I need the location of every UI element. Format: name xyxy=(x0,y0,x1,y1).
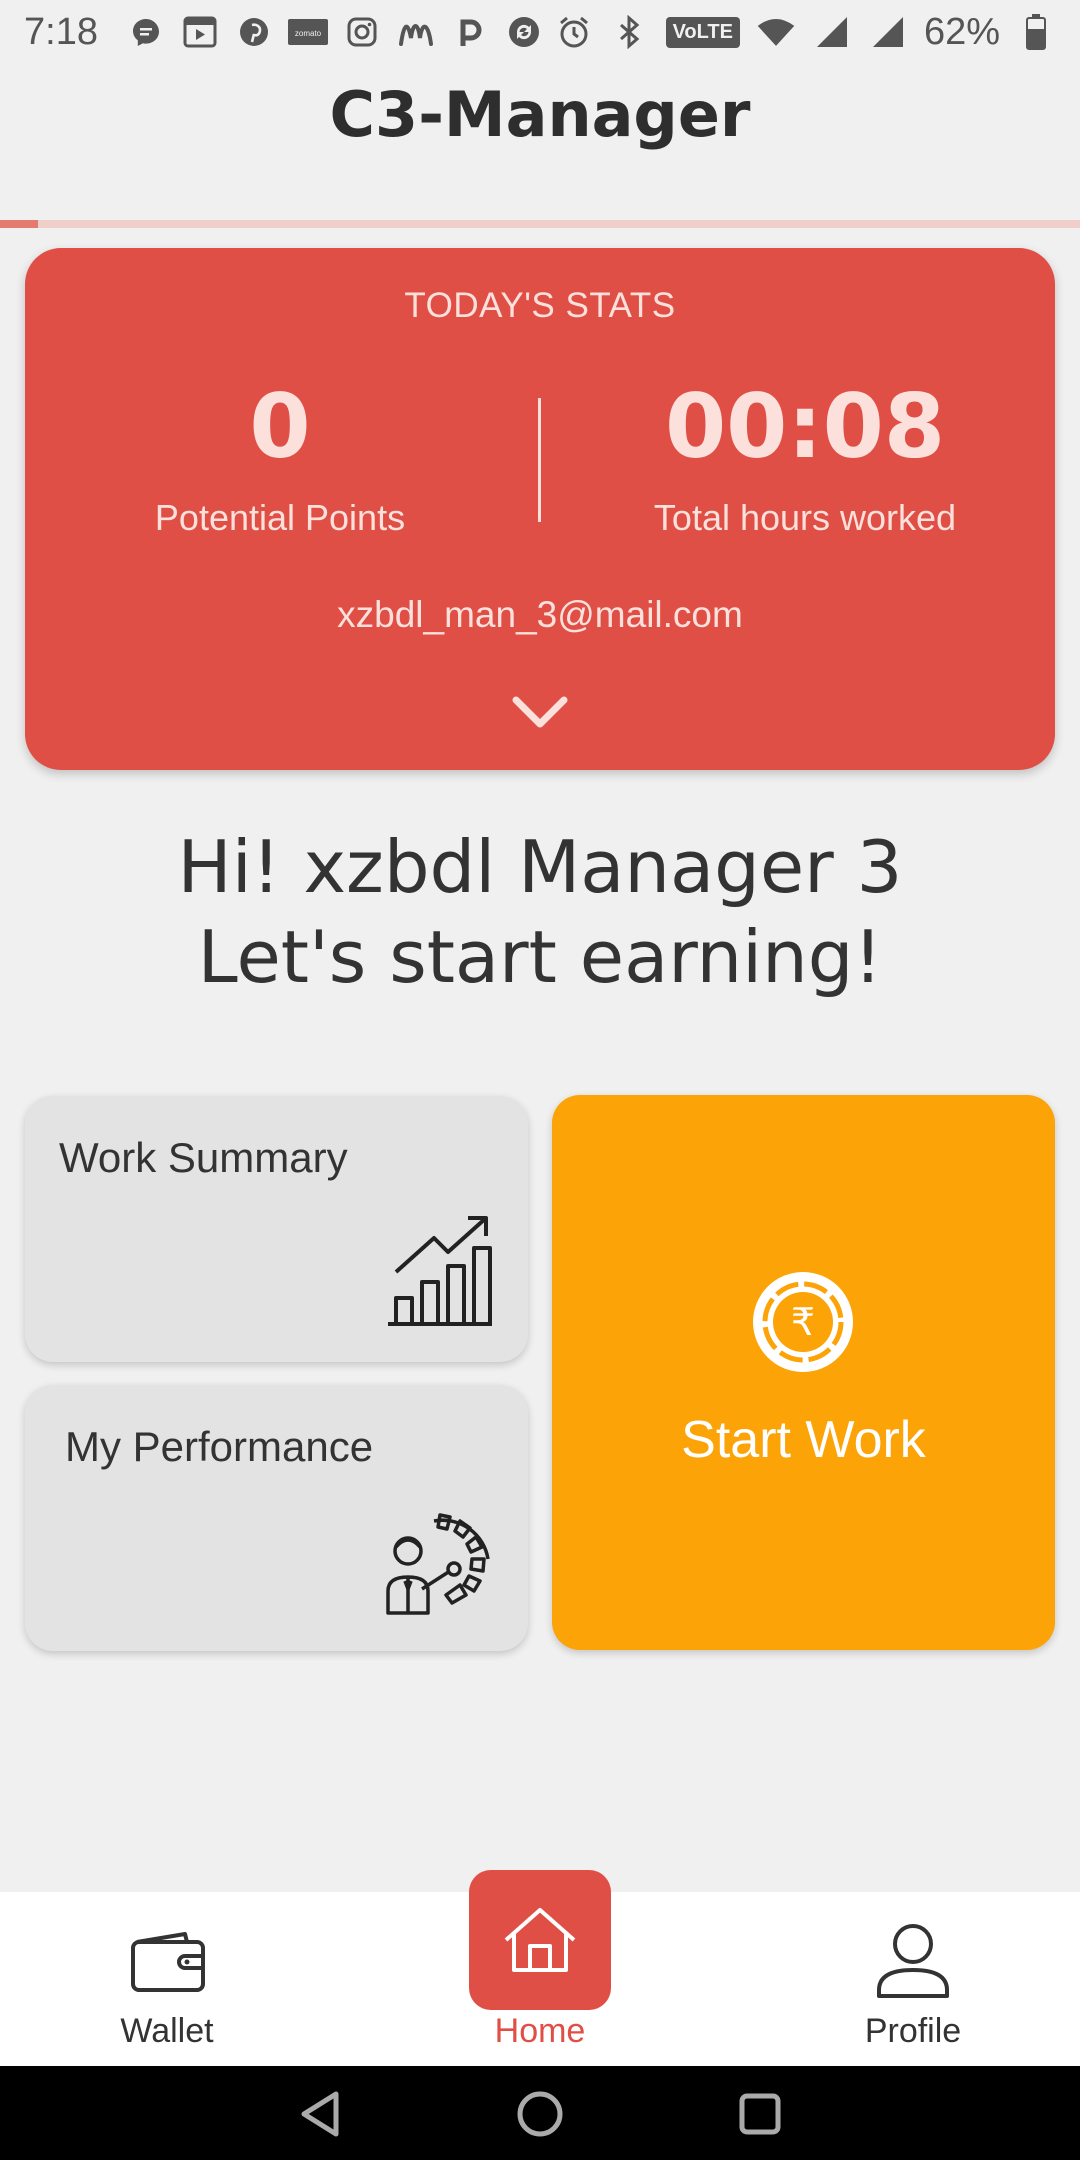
greeting-line-2: Let's start earning! xyxy=(197,915,883,999)
bottom-nav: Wallet Home Profile xyxy=(0,1870,1080,2066)
back-icon[interactable] xyxy=(292,2086,348,2142)
recents-icon[interactable] xyxy=(732,2086,788,2142)
signal-icon xyxy=(812,12,852,52)
youtube-icon xyxy=(180,12,220,52)
start-work-button[interactable]: ₹ Start Work xyxy=(552,1095,1055,1650)
user-email: xzbdl_man_3@mail.com xyxy=(337,594,743,635)
todays-stats-card: TODAY'S STATS 0 Potential Points 00:08 T… xyxy=(25,248,1055,770)
nav-home[interactable]: Home xyxy=(390,1870,690,2066)
rupee-coin-icon: ₹ xyxy=(748,1267,858,1377)
start-work-label: Start Work xyxy=(681,1411,926,1469)
home-circle-icon[interactable] xyxy=(512,2086,568,2142)
svg-text:₹: ₹ xyxy=(791,1300,815,1344)
meesho-icon xyxy=(396,12,436,52)
stats-heading: TODAY'S STATS xyxy=(404,286,676,325)
growth-chart-icon xyxy=(386,1214,496,1332)
nav-profile-label: Profile xyxy=(864,2012,962,2050)
progress-fill xyxy=(0,220,38,228)
work-summary-label: Work Summary xyxy=(59,1134,348,1181)
greeting-line-1: Hi! xzbdl Manager 3 xyxy=(177,825,903,909)
signal-icon-2 xyxy=(868,12,908,52)
system-nav-bar xyxy=(0,2066,1080,2160)
wifi-icon xyxy=(756,12,796,52)
hours-worked-value: 00:08 xyxy=(664,375,946,478)
zomato-text: zomato xyxy=(295,29,322,38)
home-icon xyxy=(504,1908,576,1972)
battery-percent: 62% xyxy=(923,10,1000,53)
profile-icon xyxy=(873,1920,953,2000)
hours-worked-label: Total hours worked xyxy=(653,497,957,538)
paytm-icon xyxy=(450,12,490,52)
pinterest-icon xyxy=(234,12,274,52)
status-right: VoLTE 62% xyxy=(554,11,1056,54)
hours-worked-stat: 00:08 Total hours worked xyxy=(545,383,1065,539)
home-active-indicator xyxy=(469,1870,611,2010)
battery-icon xyxy=(1016,12,1056,52)
sync-icon xyxy=(504,12,544,52)
chevron-down-icon[interactable] xyxy=(510,690,570,734)
status-bar: 7:18 zomato VoLTE 62% xyxy=(0,0,1080,64)
messenger-icon xyxy=(126,12,166,52)
greeting: Hi! xzbdl Manager 3 Let's start earning! xyxy=(0,822,1080,1002)
performance-gauge-icon xyxy=(384,1511,496,1621)
bluetooth-icon xyxy=(610,12,650,52)
potential-points-label: Potential Points xyxy=(154,497,406,538)
work-summary-button[interactable]: Work Summary xyxy=(25,1096,528,1362)
potential-points-value: 0 xyxy=(249,375,311,478)
nav-wallet-label: Wallet xyxy=(120,2012,214,2050)
stats-divider xyxy=(538,398,541,522)
status-time: 7:18 xyxy=(24,10,98,53)
nav-home-label: Home xyxy=(494,2012,586,2050)
progress-bar xyxy=(0,220,1080,228)
volte-badge: VoLTE xyxy=(665,16,740,48)
nav-profile[interactable]: Profile xyxy=(763,1892,1063,2066)
status-left: 7:18 zomato xyxy=(24,11,544,54)
zomato-icon: zomato xyxy=(287,12,328,52)
my-performance-label: My Performance xyxy=(65,1423,374,1470)
potential-points-stat: 0 Potential Points xyxy=(25,383,535,539)
wallet-icon xyxy=(127,1920,207,2000)
alarm-icon xyxy=(554,12,594,52)
instagram-icon xyxy=(342,12,382,52)
my-performance-button[interactable]: My Performance xyxy=(25,1385,528,1651)
page-title: C3-Manager xyxy=(329,78,751,151)
nav-wallet[interactable]: Wallet xyxy=(17,1892,317,2066)
